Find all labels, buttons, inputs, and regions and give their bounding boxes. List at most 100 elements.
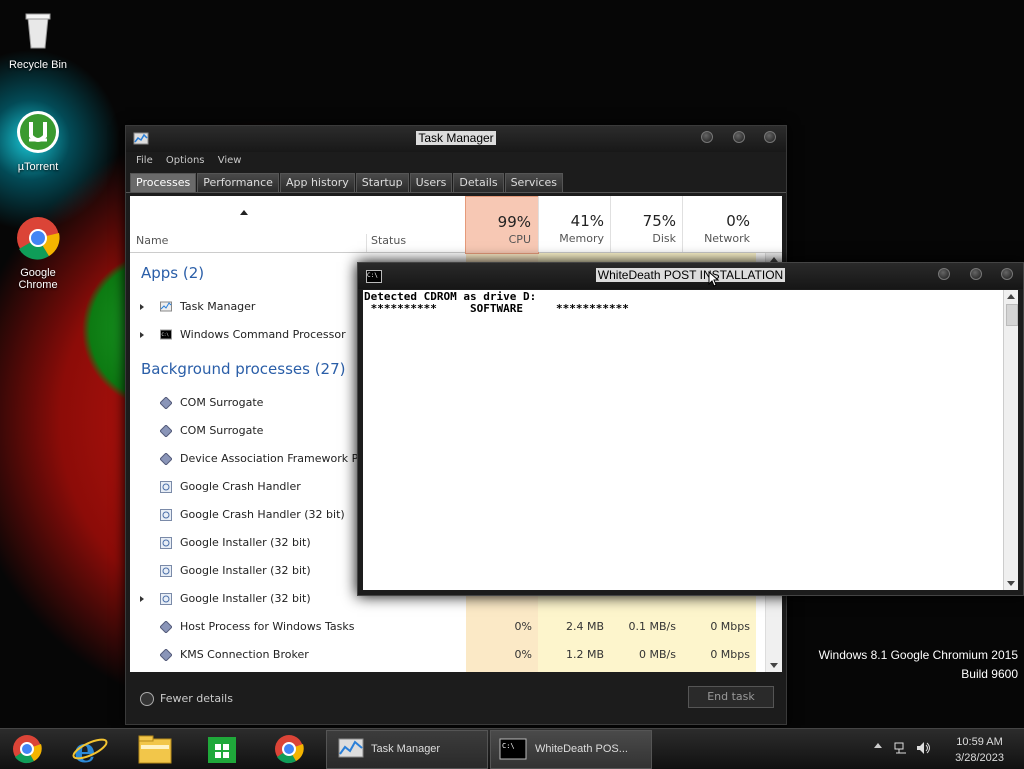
tab-processes[interactable]: Processes (130, 173, 197, 192)
scroll-down-icon[interactable] (1007, 581, 1015, 586)
menu-file[interactable]: File (136, 155, 153, 166)
console-scrollbar[interactable] (1003, 290, 1018, 590)
diamond-icon (160, 621, 172, 633)
process-name: Google Installer (32 bit) (180, 592, 311, 605)
diamond-icon (160, 649, 172, 661)
cpu-label: CPU (508, 233, 531, 246)
scroll-thumb[interactable] (1006, 304, 1018, 326)
brand-line-1: Windows 8.1 Google Chromium 2015 (818, 648, 1018, 662)
process-name: KMS Connection Broker (180, 648, 309, 661)
minimize-button[interactable] (701, 131, 713, 143)
column-network[interactable]: 0% Network (682, 196, 757, 252)
taskbar-window-label: WhiteDeath POS... (535, 743, 628, 755)
expand-arrow-icon[interactable] (140, 332, 144, 338)
tab-app-history[interactable]: App history (279, 173, 355, 192)
end-task-button[interactable]: End task (688, 686, 774, 708)
tab-services[interactable]: Services (504, 173, 563, 192)
utorrent-icon (17, 111, 59, 153)
tab-details[interactable]: Details (453, 173, 504, 192)
tab-startup[interactable]: Startup (355, 173, 409, 192)
utorrent-shortcut[interactable]: µTorrent (0, 110, 76, 173)
show-hidden-icons-icon[interactable] (874, 743, 882, 748)
taskbar-task-manager[interactable]: Task Manager (326, 730, 488, 769)
svg-text:C:\: C:\ (502, 742, 515, 750)
brand-line-2: Build 9600 (961, 667, 1018, 681)
column-name[interactable]: Name (136, 234, 168, 247)
tab-strip: Processes Performance App history Startup Us… (126, 170, 786, 193)
taskbar: e Task Manager C:\ WhiteDeath POS... 10:… (0, 728, 1024, 769)
process-name: Host Process for Windows Tasks (180, 620, 355, 633)
clock-date: 3/28/2023 (955, 752, 1004, 764)
expand-arrow-icon[interactable] (140, 596, 144, 602)
store-icon[interactable] (190, 731, 254, 767)
menu-bar: File Options View (126, 152, 786, 170)
disk-percent: 75% (642, 212, 676, 230)
console-line-2: ********** SOFTWARE *********** (364, 302, 629, 315)
expand-arrow-icon[interactable] (140, 304, 144, 310)
close-button[interactable] (1001, 268, 1013, 280)
taskbar-whitedeath[interactable]: C:\ WhiteDeath POS... (490, 730, 652, 769)
console-output[interactable]: Detected CDROM as drive D: ********** SO… (363, 290, 1003, 590)
desktop-icon-label: Google Chrome (18, 267, 58, 291)
table-row[interactable]: KMS Connection Broker 0% 1.2 MB 0 MB/s 0 Mbp… (130, 641, 762, 669)
internet-explorer-icon[interactable]: e (58, 731, 122, 767)
installer-icon (160, 593, 172, 605)
column-cpu[interactable]: 99% CPU (465, 196, 539, 254)
cpu-percent: 99% (497, 213, 531, 231)
taskbar-window-label: Task Manager (371, 743, 441, 755)
network-icon[interactable] (894, 741, 908, 755)
tab-performance[interactable]: Performance (197, 173, 279, 192)
tab-users[interactable]: Users (409, 173, 453, 192)
maximize-button[interactable] (969, 268, 982, 280)
maximize-button[interactable] (732, 131, 745, 143)
process-name: Windows Command Processor (180, 328, 346, 341)
volume-icon[interactable] (916, 741, 932, 755)
clock[interactable]: 10:59 AM 3/28/2023 (955, 734, 1004, 766)
system-tray: 10:59 AM 3/28/2023 (874, 729, 1024, 769)
memory-value: 1.2 MB (565, 648, 604, 661)
menu-options[interactable]: Options (166, 155, 205, 166)
minimize-button[interactable] (938, 268, 950, 280)
menu-view[interactable]: View (218, 155, 242, 166)
process-name: Google Installer (32 bit) (180, 536, 311, 549)
cpu-value: 0% (514, 648, 532, 661)
clock-time: 10:59 AM (956, 736, 1003, 748)
column-memory[interactable]: 41% Memory (538, 196, 611, 252)
command-prompt-icon: C:\ (499, 738, 527, 760)
network-value: 0 Mbps (710, 648, 750, 661)
disk-value: 0.1 MB/s (628, 620, 676, 633)
scroll-down-icon[interactable] (770, 663, 778, 668)
ie-chrome-icon[interactable] (0, 731, 64, 767)
network-label: Network (704, 232, 750, 245)
task-manager-titlebar[interactable]: Task Manager (126, 126, 786, 152)
recycle-bin-shortcut[interactable]: Recycle Bin (0, 8, 76, 71)
column-status[interactable]: Status (366, 234, 406, 252)
cmd-titlebar[interactable]: C:\ WhiteDeath POST INSTALLATION (358, 263, 1023, 289)
chevron-up-icon (140, 692, 154, 706)
table-row[interactable]: Host Process for Windows Tasks 0% 2.4 MB 0.… (130, 613, 762, 641)
desktop-icon-label: µTorrent (17, 161, 59, 173)
sort-ascending-icon (240, 210, 248, 215)
column-disk[interactable]: 75% Disk (610, 196, 683, 252)
process-name: Google Installer (32 bit) (180, 564, 311, 577)
fewer-details-button[interactable]: Fewer details (140, 692, 233, 706)
fewer-details-label: Fewer details (160, 692, 233, 705)
process-name: Task Manager (180, 300, 256, 313)
file-explorer-icon[interactable] (124, 731, 188, 767)
command-prompt-icon: C:\ (160, 329, 172, 340)
process-name: COM Surrogate (180, 424, 264, 437)
command-prompt-window[interactable]: C:\ WhiteDeath POST INSTALLATION Detecte… (357, 262, 1024, 596)
close-button[interactable] (764, 131, 776, 143)
network-value: 0 Mbps (710, 620, 750, 633)
disk-value: 0 MB/s (639, 648, 676, 661)
network-percent: 0% (726, 212, 750, 230)
google-chrome-shortcut[interactable]: Google Chrome (0, 216, 76, 291)
memory-percent: 41% (570, 212, 604, 230)
memory-value: 2.4 MB (565, 620, 604, 633)
scroll-up-icon[interactable] (1007, 294, 1015, 299)
diamond-icon (160, 425, 172, 437)
chrome-icon (17, 217, 60, 260)
task-manager-icon (160, 301, 172, 312)
chrome-icon[interactable] (256, 731, 320, 767)
desktop-icon-label: Recycle Bin (8, 59, 68, 71)
